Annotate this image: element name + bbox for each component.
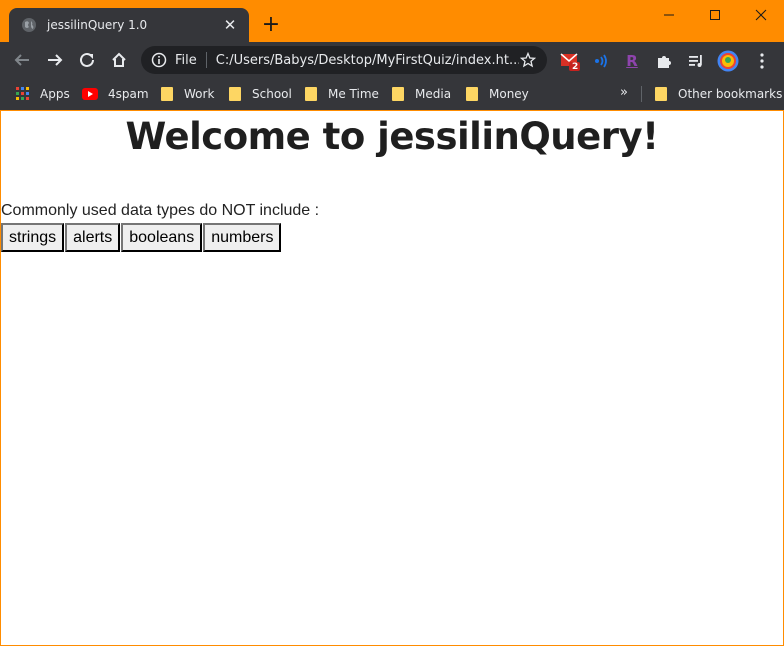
bookmark-label: 4spam	[108, 87, 149, 101]
browser-tab[interactable]: jessilinQuery 1.0 ✕	[9, 8, 249, 42]
bookmark-label: Money	[489, 87, 529, 101]
maximize-button[interactable]	[692, 0, 738, 30]
browser-toolbar: File C:/Users/Babys/Desktop/MyFirstQuiz/…	[0, 42, 784, 78]
address-bar[interactable]: File C:/Users/Babys/Desktop/MyFirstQuiz/…	[141, 46, 547, 74]
bookmark-label: School	[252, 87, 292, 101]
more-bookmarks-chevron[interactable]: »	[620, 85, 628, 100]
media-control-icon[interactable]	[685, 50, 707, 72]
title-bar: jessilinQuery 1.0 ✕ +	[0, 0, 784, 42]
bookmark-media[interactable]: Media	[391, 85, 451, 103]
window-close-button[interactable]	[738, 0, 784, 30]
r-extension-icon[interactable]: R	[621, 50, 643, 72]
bookmark-label: Other bookmarks	[678, 87, 783, 101]
profile-avatar[interactable]	[717, 50, 739, 72]
folder-icon	[304, 87, 318, 101]
bookmark-other[interactable]: Other bookmarks	[654, 85, 782, 103]
folder-icon	[160, 87, 174, 101]
broadcast-extension-icon[interactable]	[590, 50, 612, 72]
bookmark-4spam[interactable]: 4spam	[82, 85, 149, 103]
bookmark-work[interactable]: Work	[160, 85, 214, 103]
url-text[interactable]: C:/Users/Babys/Desktop/MyFirstQuiz/index…	[216, 53, 519, 68]
close-icon[interactable]: ✕	[221, 16, 239, 34]
bookmark-label: Me Time	[328, 87, 379, 101]
youtube-icon	[82, 87, 98, 101]
minimize-button[interactable]	[646, 0, 692, 30]
extension-badge: 2	[572, 62, 579, 72]
bookmark-me-time[interactable]: Me Time	[304, 85, 379, 103]
folder-icon	[228, 87, 242, 101]
bookmark-label: Apps	[40, 87, 70, 101]
bookmarks-bar: Apps 4spam Work School Me Time Media Mon…	[0, 78, 784, 110]
folder-icon	[391, 87, 405, 101]
answer-buttons: strings alerts booleans numbers	[1, 223, 282, 252]
info-icon[interactable]	[151, 52, 167, 68]
answer-button-numbers[interactable]: numbers	[203, 223, 282, 252]
answer-button-strings[interactable]: strings	[1, 223, 65, 252]
bookmark-apps[interactable]: Apps	[16, 85, 70, 103]
reload-button[interactable]	[75, 48, 99, 72]
gmail-extension-icon[interactable]: 2	[559, 50, 581, 72]
bookmark-money[interactable]: Money	[465, 85, 529, 103]
tab-title: jessilinQuery 1.0	[47, 18, 148, 32]
page-title: Welcome to jessilinQuery!	[125, 115, 659, 158]
address-divider	[205, 52, 207, 68]
new-tab-button[interactable]: +	[259, 14, 283, 38]
answer-button-booleans[interactable]: booleans	[121, 223, 203, 252]
globe-icon	[21, 17, 37, 33]
home-button[interactable]	[107, 48, 131, 72]
menu-kebab-icon[interactable]	[751, 50, 773, 72]
forward-button[interactable]	[43, 48, 67, 72]
star-icon[interactable]	[519, 51, 537, 69]
folder-icon	[654, 87, 668, 101]
scheme-label: File	[175, 52, 197, 68]
quiz-question: Commonly used data types do NOT include …	[1, 202, 320, 219]
folder-icon	[465, 87, 479, 101]
bookmarks-divider	[641, 86, 642, 102]
puzzle-extensions-icon[interactable]	[653, 50, 675, 72]
page-viewport: Welcome to jessilinQuery! Commonly used …	[1, 111, 783, 645]
back-button[interactable]	[10, 48, 34, 72]
answer-button-alerts[interactable]: alerts	[65, 223, 121, 252]
bookmark-label: Work	[184, 87, 215, 101]
apps-grid-icon	[16, 87, 30, 101]
bookmark-label: Media	[415, 87, 452, 101]
bookmark-school[interactable]: School	[228, 85, 292, 103]
